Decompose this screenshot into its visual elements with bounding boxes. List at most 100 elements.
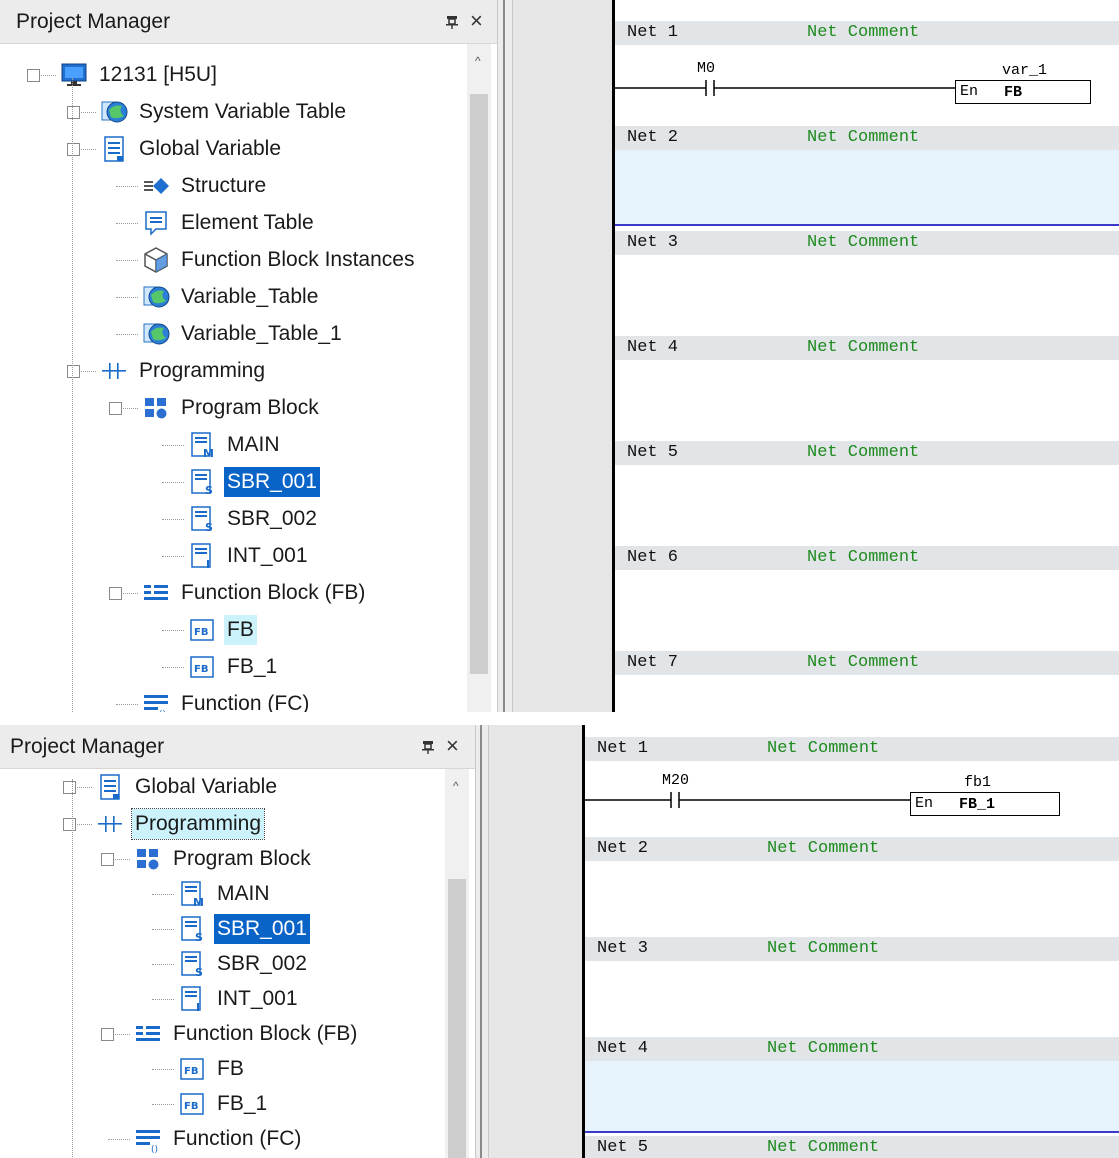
net-comment[interactable]: Net Comment	[807, 128, 919, 147]
function-block[interactable]: En FB	[955, 80, 1091, 104]
net-comment[interactable]: Net Comment	[767, 839, 879, 858]
selected-network[interactable]	[615, 150, 1119, 226]
net-header[interactable]: Net 6 Net Comment	[615, 546, 1119, 570]
tree-connector	[162, 556, 184, 557]
net-header[interactable]: Net 1 Net Comment	[585, 737, 1119, 761]
tree-item-progblock[interactable]: Program Block	[134, 842, 314, 876]
collapse-toggle-icon[interactable]	[63, 818, 76, 831]
svg-text:(): ()	[151, 1145, 158, 1153]
net-comment[interactable]: Net Comment	[807, 548, 919, 567]
contact-address[interactable]: M0	[697, 60, 715, 77]
svg-text:M: M	[193, 896, 204, 908]
tree-item-sbr002[interactable]: S SBR_002	[178, 947, 310, 981]
tree-item-fb[interactable]: FB FB	[188, 613, 257, 647]
tree-item-vartable1[interactable]: Variable_Table_1	[142, 317, 345, 351]
net-header[interactable]: Net 2 Net Comment	[585, 837, 1119, 861]
scrollbar-thumb[interactable]	[470, 94, 488, 674]
tree-item-fbgroup[interactable]: Function Block (FB)	[134, 1017, 360, 1051]
net-header[interactable]: Net 2 Net Comment	[615, 126, 1119, 150]
tree-item-fbinst[interactable]: Function Block Instances	[142, 243, 417, 277]
net-header[interactable]: Net 3 Net Comment	[615, 231, 1119, 255]
collapse-toggle-icon[interactable]	[101, 853, 114, 866]
net-header[interactable]: Net 5 Net Comment	[585, 1136, 1119, 1158]
collapse-toggle-icon[interactable]	[67, 365, 80, 378]
collapse-toggle-icon[interactable]	[109, 587, 122, 600]
collapse-toggle-icon[interactable]	[101, 1028, 114, 1041]
net-comment[interactable]: Net Comment	[807, 653, 919, 672]
tree-item-label: MAIN	[217, 882, 270, 905]
splitter[interactable]	[498, 0, 512, 712]
tree-item-element[interactable]: Element Table	[142, 206, 317, 240]
fb-instance-name[interactable]: var_1	[1002, 62, 1047, 79]
net-comment[interactable]: Net Comment	[807, 338, 919, 357]
vertical-scrollbar[interactable]: ^	[445, 769, 469, 1158]
tree-item-sbr001[interactable]: S SBR_001	[188, 465, 320, 499]
contact-address[interactable]: M20	[662, 772, 689, 789]
ladder-editor[interactable]: Net 1 Net Comment Net 2 Net Comment Net 3 Net…	[582, 725, 1119, 1158]
splitter[interactable]	[476, 725, 488, 1158]
fb-icon: FB	[188, 616, 216, 644]
tree-item-sysvar[interactable]: System Variable Table	[100, 95, 349, 129]
collapse-toggle-icon[interactable]	[27, 69, 40, 82]
vertical-scrollbar[interactable]: ^	[467, 44, 491, 712]
net-header[interactable]: Net 7 Net Comment	[615, 651, 1119, 675]
tree-item-global[interactable]: Global Variable	[96, 770, 280, 804]
tree-item-label: FB	[224, 615, 257, 645]
tree-item-root[interactable]: 12131 [H5U]	[60, 58, 220, 92]
element-table-icon	[142, 209, 170, 237]
net-comment[interactable]: Net Comment	[807, 233, 919, 252]
net-comment[interactable]: Net Comment	[767, 939, 879, 958]
net-header[interactable]: Net 3 Net Comment	[585, 937, 1119, 961]
net-header[interactable]: Net 5 Net Comment	[615, 441, 1119, 465]
tree-item-programming[interactable]: Programming	[96, 807, 266, 841]
scroll-up-icon[interactable]: ^	[453, 779, 459, 793]
tree-item-sbr001[interactable]: S SBR_001	[178, 912, 310, 946]
tree-item-structure[interactable]: Structure	[142, 169, 269, 203]
expand-toggle-icon[interactable]	[63, 781, 76, 794]
tree-item-main[interactable]: M MAIN	[188, 428, 283, 462]
net-header[interactable]: Net 1 Net Comment	[615, 21, 1119, 45]
tree-item-main[interactable]: M MAIN	[178, 877, 273, 911]
tree-item-label: Program Block	[173, 847, 311, 870]
close-icon[interactable]: ×	[470, 8, 483, 34]
tree-item-programming[interactable]: Programming	[100, 354, 268, 388]
collapse-toggle-icon[interactable]	[109, 402, 122, 415]
ladder-editor[interactable]: Net 1 Net Comment Net 2 Net Comment Net 3 Net…	[612, 0, 1119, 712]
net-header[interactable]: Net 4 Net Comment	[615, 336, 1119, 360]
tree-item-fb1[interactable]: FB FB_1	[188, 650, 280, 684]
net-header[interactable]: Net 4 Net Comment	[585, 1037, 1119, 1061]
pin-icon[interactable]	[420, 739, 436, 755]
tree-item-progblock[interactable]: Program Block	[142, 391, 322, 425]
net-comment[interactable]: Net Comment	[767, 739, 879, 758]
tree-item-fc[interactable]: () Function (FC)	[134, 1122, 304, 1156]
fc-group-icon: ()	[142, 690, 170, 712]
scroll-up-icon[interactable]: ^	[475, 54, 481, 68]
net-comment[interactable]: Net Comment	[807, 23, 919, 42]
tree-item-vartable[interactable]: Variable_Table	[142, 280, 321, 314]
net-label: Net 6	[627, 548, 679, 567]
tree-item-fb[interactable]: FB FB	[178, 1052, 247, 1086]
project-manager-pane: Project Manager × 12131 [H5U] System Vari…	[0, 0, 498, 712]
function-block[interactable]: En FB_1	[910, 792, 1060, 816]
net-comment[interactable]: Net Comment	[767, 1138, 879, 1157]
tree-connector	[152, 999, 174, 1000]
close-icon[interactable]: ×	[446, 733, 459, 759]
tree-item-global[interactable]: Global Variable	[100, 132, 284, 166]
tree-item-fc[interactable]: () Function (FC)	[142, 687, 312, 712]
fb-instance-name[interactable]: fb1	[964, 774, 991, 791]
tree-item-fbgroup[interactable]: Function Block (FB)	[142, 576, 368, 610]
net-label: Net 3	[597, 939, 649, 958]
tree-item-label: SBR_002	[217, 952, 307, 975]
scrollbar-thumb[interactable]	[448, 879, 466, 1158]
tree-item-int001[interactable]: I INT_001	[188, 539, 311, 573]
pin-icon[interactable]	[444, 14, 460, 30]
tree-item-fb1[interactable]: FB FB_1	[178, 1087, 270, 1121]
selected-network[interactable]	[585, 1061, 1119, 1133]
net-comment[interactable]: Net Comment	[807, 443, 919, 462]
collapse-toggle-icon[interactable]	[67, 143, 80, 156]
expand-toggle-icon[interactable]	[67, 106, 80, 119]
tree-item-sbr002[interactable]: S SBR_002	[188, 502, 320, 536]
separator	[0, 712, 1119, 725]
tree-item-int001[interactable]: I INT_001	[178, 982, 301, 1016]
net-comment[interactable]: Net Comment	[767, 1039, 879, 1058]
